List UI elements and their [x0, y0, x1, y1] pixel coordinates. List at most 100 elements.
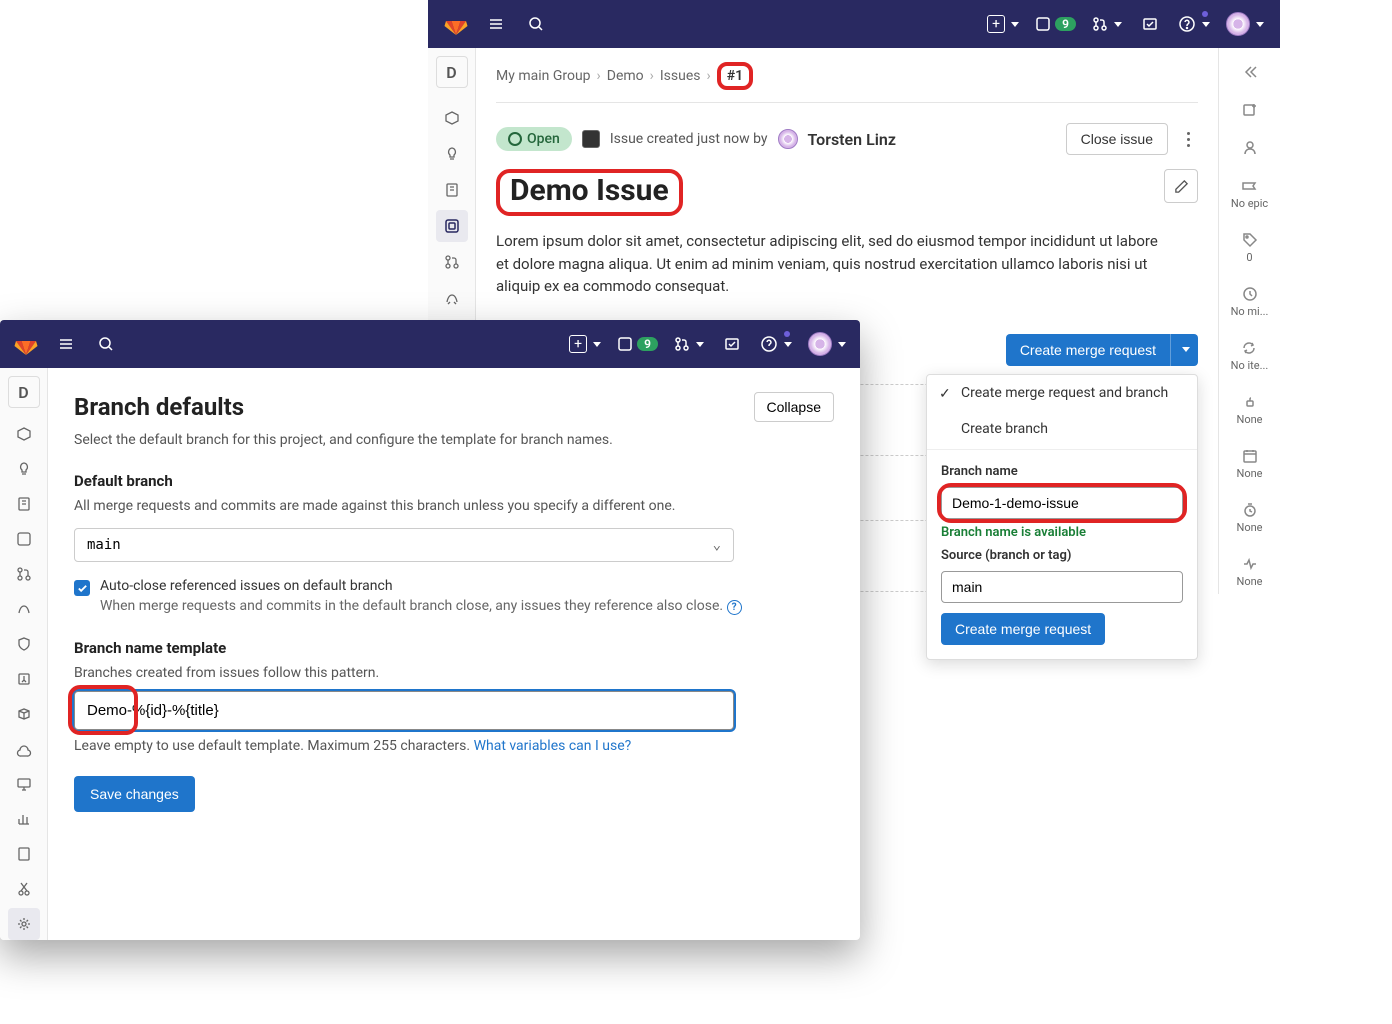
- user-menu[interactable]: [804, 330, 850, 358]
- hamburger-icon[interactable]: [50, 328, 82, 360]
- health-item[interactable]: None: [1236, 550, 1262, 594]
- save-changes-button[interactable]: Save changes: [74, 776, 195, 812]
- autoclose-label: Auto-close referenced issues on default …: [100, 578, 742, 594]
- heading-default-branch: Default branch: [74, 472, 834, 490]
- lightbulb-icon[interactable]: [8, 453, 40, 485]
- status-badge: Open: [496, 127, 572, 151]
- repo-icon[interactable]: [8, 488, 40, 520]
- heading-template: Branch name template: [74, 639, 834, 657]
- create-mr-dropdown: ✓Create merge request and branch Create …: [926, 374, 1198, 660]
- avatar-icon: [808, 332, 832, 356]
- close-issue-button[interactable]: Close issue: [1066, 123, 1168, 155]
- project-avatar[interactable]: D: [436, 56, 468, 88]
- wiki-icon[interactable]: [8, 838, 40, 870]
- merge-requests-shortcut[interactable]: [670, 334, 708, 354]
- branch-template-input[interactable]: [74, 691, 734, 730]
- crumb-group[interactable]: My main Group: [496, 68, 591, 84]
- collapse-sidebar-icon[interactable]: [1242, 58, 1258, 86]
- cicd-icon[interactable]: [8, 593, 40, 625]
- analytics-icon[interactable]: [8, 803, 40, 835]
- epic-item[interactable]: No epic: [1231, 172, 1268, 216]
- annotation-branch-name: [941, 487, 1183, 519]
- crumb-section[interactable]: Issues: [660, 68, 701, 84]
- new-menu[interactable]: +: [565, 333, 605, 355]
- branch-available-text: Branch name is available: [927, 521, 1197, 544]
- milestone-item[interactable]: No mi...: [1231, 280, 1269, 324]
- labels-item[interactable]: 0: [1242, 226, 1258, 270]
- mr-icon[interactable]: [8, 558, 40, 590]
- search-icon[interactable]: [520, 8, 552, 40]
- edit-title-button[interactable]: [1164, 169, 1198, 203]
- autoclose-checkbox[interactable]: [74, 580, 90, 596]
- issue-type-icon: [582, 130, 600, 148]
- gitlab-logo-icon[interactable]: [10, 328, 42, 360]
- opt-mr-and-branch[interactable]: ✓Create merge request and branch: [927, 375, 1197, 411]
- author-avatar-icon[interactable]: [778, 129, 798, 149]
- annotation-issue-id: #1: [717, 62, 753, 90]
- top-navbar-front: + 9: [0, 320, 860, 368]
- default-branch-select[interactable]: main ⌄: [74, 528, 734, 562]
- settings-window: + 9 D Branch default: [0, 320, 860, 940]
- panel-subtitle: Select the default branch for this proje…: [74, 432, 834, 448]
- repo-icon[interactable]: [436, 174, 468, 206]
- top-navbar: + 9: [428, 0, 1280, 48]
- help-icon[interactable]: ?: [727, 600, 742, 615]
- crumb-issue-id: #1: [727, 68, 743, 84]
- search-icon[interactable]: [90, 328, 122, 360]
- annotation-title: Demo Issue: [496, 169, 683, 216]
- branch-defaults-panel: Branch defaults Collapse Select the defa…: [48, 368, 860, 940]
- lightbulb-icon[interactable]: [436, 138, 468, 170]
- issue-sidebar: No epic 0 No mi... No ite... None None N…: [1218, 48, 1280, 594]
- project-icon[interactable]: [436, 102, 468, 134]
- chevron-down-icon: ⌄: [713, 537, 721, 553]
- packages-icon[interactable]: [8, 698, 40, 730]
- gitlab-logo-icon[interactable]: [440, 8, 472, 40]
- todo-icon[interactable]: [716, 328, 748, 360]
- mr-icon[interactable]: [436, 246, 468, 278]
- merge-requests-shortcut[interactable]: [1088, 14, 1126, 34]
- author-name[interactable]: Torsten Linz: [808, 130, 896, 149]
- create-mr-caret[interactable]: [1170, 334, 1198, 366]
- todo-icon[interactable]: [1134, 8, 1166, 40]
- assignee-icon[interactable]: [1242, 134, 1258, 162]
- weight-item[interactable]: None: [1236, 388, 1262, 432]
- project-avatar[interactable]: D: [8, 376, 40, 408]
- project-sidebar: D: [0, 368, 48, 940]
- create-mr-button-2[interactable]: Create merge request: [941, 613, 1105, 645]
- opt-branch[interactable]: Create branch: [927, 411, 1197, 447]
- due-date-item[interactable]: None: [1236, 442, 1262, 486]
- help-menu[interactable]: [1174, 13, 1214, 35]
- label-source: Source (branch or tag): [927, 544, 1197, 567]
- collapse-button[interactable]: Collapse: [754, 392, 834, 422]
- create-mr-split-button: Create merge request: [1006, 334, 1198, 366]
- variables-help-link[interactable]: What variables can I use?: [474, 738, 632, 754]
- settings-icon[interactable]: [8, 908, 40, 940]
- cicd-icon[interactable]: [436, 282, 468, 314]
- issues-icon[interactable]: [436, 210, 468, 242]
- issue-title: Demo Issue: [510, 173, 669, 208]
- issues-shortcut[interactable]: 9: [1031, 14, 1080, 34]
- user-menu[interactable]: [1222, 10, 1268, 38]
- breadcrumb: My main Group› Demo› Issues› #1: [476, 48, 1218, 102]
- infra-icon[interactable]: [8, 733, 40, 765]
- branch-name-input[interactable]: [941, 487, 1183, 519]
- project-icon[interactable]: [8, 418, 40, 450]
- crumb-project[interactable]: Demo: [607, 68, 644, 84]
- create-mr-button[interactable]: Create merge request: [1006, 334, 1170, 366]
- monitor-icon[interactable]: [8, 768, 40, 800]
- issue-header: Open Issue created just now by Torsten L…: [476, 115, 1218, 163]
- issues-icon[interactable]: [8, 523, 40, 555]
- more-actions-icon[interactable]: [1178, 132, 1198, 147]
- add-todo-icon[interactable]: [1242, 96, 1258, 124]
- help-menu[interactable]: [756, 333, 796, 355]
- issues-shortcut[interactable]: 9: [613, 334, 662, 354]
- snippets-icon[interactable]: [8, 873, 40, 905]
- time-item[interactable]: None: [1236, 496, 1262, 540]
- iteration-item[interactable]: No ite...: [1231, 334, 1269, 378]
- source-input[interactable]: [941, 571, 1183, 603]
- deploy-icon[interactable]: [8, 663, 40, 695]
- security-icon[interactable]: [8, 628, 40, 660]
- new-menu[interactable]: +: [983, 13, 1023, 35]
- text-default-branch: All merge requests and commits are made …: [74, 498, 734, 514]
- hamburger-icon[interactable]: [480, 8, 512, 40]
